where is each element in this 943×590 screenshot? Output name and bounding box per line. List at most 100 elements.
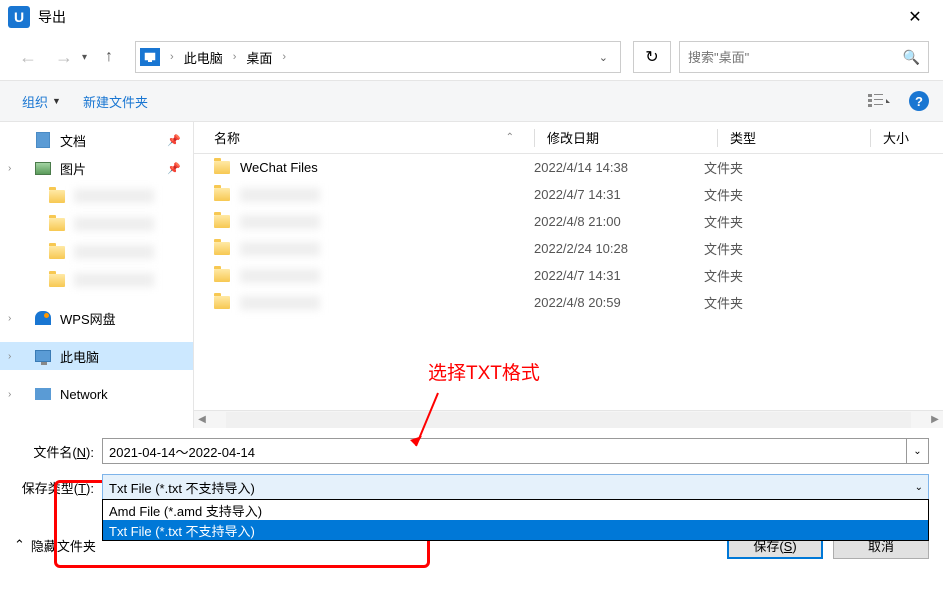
file-row[interactable]: 2022/4/7 14:31文件夹 <box>194 181 943 208</box>
column-date[interactable]: 修改日期 <box>547 128 717 147</box>
file-date: 2022/4/8 20:59 <box>534 295 704 310</box>
forward-button[interactable]: → <box>50 43 78 71</box>
filename-row: 文件名(N): ⌄ <box>14 438 929 464</box>
search-input[interactable] <box>688 50 903 65</box>
filetype-option[interactable]: Txt File (*.txt 不支持导入) <box>103 520 928 540</box>
column-type[interactable]: 类型 <box>730 128 870 147</box>
chevron-icon: › <box>233 51 237 63</box>
sidebar-item-label: 图片 <box>60 159 86 178</box>
file-type: 文件夹 <box>704 185 844 204</box>
hide-folders-button[interactable]: ⌃ 隐藏文件夹 <box>14 536 96 555</box>
sidebar-item[interactable]: ›Network <box>0 380 193 408</box>
filetype-selected[interactable]: Txt File (*.txt 不支持导入) <box>102 474 929 500</box>
sidebar-item-label: WPS网盘 <box>60 309 116 328</box>
sidebar-item[interactable] <box>0 210 193 238</box>
file-type: 文件夹 <box>704 239 844 258</box>
filename-label: 文件名(N): <box>14 442 94 461</box>
view-options-button[interactable] <box>863 89 895 113</box>
folder-icon <box>214 296 230 309</box>
up-button[interactable]: ↑ <box>95 43 123 71</box>
filename-input[interactable] <box>102 438 907 464</box>
wps-icon <box>34 310 52 326</box>
pc-icon <box>34 348 52 364</box>
titlebar: U 导出 ✕ <box>0 0 943 34</box>
expand-icon[interactable]: › <box>8 163 11 174</box>
file-type: 文件夹 <box>704 293 844 312</box>
sidebar-item-label <box>74 217 154 231</box>
sidebar-item-label: 此电脑 <box>60 347 99 366</box>
file-date: 2022/4/8 21:00 <box>534 214 704 229</box>
breadcrumb-part[interactable]: 此电脑 <box>180 46 227 69</box>
filetype-label: 保存类型(T): <box>14 478 94 497</box>
folder-icon <box>48 272 66 288</box>
file-name-label <box>240 188 320 202</box>
file-name-label: WeChat Files <box>240 160 318 175</box>
history-dropdown[interactable]: ▾ <box>82 52 87 63</box>
expand-icon[interactable]: › <box>8 313 11 324</box>
file-type: 文件夹 <box>704 266 844 285</box>
pin-icon: 📌 <box>167 162 181 175</box>
file-row[interactable]: 2022/2/24 10:28文件夹 <box>194 235 943 262</box>
app-icon: U <box>8 6 30 28</box>
content-area: 文档📌 › 图片 📌 › WPS网盘 › 此电脑 ›Network 名称 ⌃ 修改日期 类型 大… <box>0 122 943 428</box>
file-name-label <box>240 242 320 256</box>
pin-icon: 📌 <box>167 134 181 147</box>
toolbar: 组织 ▼ 新建文件夹 ? <box>0 80 943 122</box>
close-button[interactable]: ✕ <box>895 3 935 31</box>
refresh-button[interactable]: ↻ <box>633 41 671 73</box>
folder-icon <box>48 216 66 232</box>
sidebar-item-label <box>74 189 154 203</box>
file-date: 2022/2/24 10:28 <box>534 241 704 256</box>
sidebar-item[interactable]: › 此电脑 <box>0 342 193 370</box>
expand-icon[interactable]: › <box>8 389 11 400</box>
sidebar: 文档📌 › 图片 📌 › WPS网盘 › 此电脑 ›Network <box>0 122 194 428</box>
horizontal-scrollbar[interactable]: ◀ ▶ <box>194 410 943 428</box>
chevron-down-icon: ⌄ <box>915 482 923 493</box>
new-folder-button[interactable]: 新建文件夹 <box>75 88 156 115</box>
sidebar-item[interactable] <box>0 238 193 266</box>
sort-indicator-icon: ⌃ <box>506 132 514 143</box>
sidebar-item[interactable]: › 图片 📌 <box>0 154 193 182</box>
help-button[interactable]: ? <box>909 91 929 111</box>
breadcrumb-part[interactable]: 桌面 <box>242 46 276 69</box>
hide-folders-label: 隐藏文件夹 <box>31 536 96 555</box>
columns-header: 名称 ⌃ 修改日期 类型 大小 <box>194 122 943 154</box>
file-row[interactable]: 2022/4/8 20:59文件夹 <box>194 289 943 316</box>
file-row[interactable]: 2022/4/8 21:00文件夹 <box>194 208 943 235</box>
organize-button[interactable]: 组织 ▼ <box>14 88 69 115</box>
chevron-icon: › <box>170 51 174 63</box>
folder-icon <box>48 244 66 260</box>
filename-dropdown[interactable]: ⌄ <box>907 438 929 464</box>
bottom-panel: 文件名(N): ⌄ 保存类型(T): Txt File (*.txt 不支持导入… <box>0 428 943 524</box>
file-row[interactable]: WeChat Files2022/4/14 14:38文件夹 <box>194 154 943 181</box>
address-dropdown[interactable]: ⌄ <box>591 51 616 64</box>
sidebar-item[interactable]: 文档📌 <box>0 126 193 154</box>
filetype-row: 保存类型(T): Txt File (*.txt 不支持导入) ⌄ Amd Fi… <box>14 474 929 500</box>
folder-icon <box>214 269 230 282</box>
sidebar-item-label <box>74 245 154 259</box>
file-name-label <box>240 215 320 229</box>
sidebar-item[interactable] <box>0 182 193 210</box>
file-row[interactable]: 2022/4/7 14:31文件夹 <box>194 262 943 289</box>
chevron-down-icon: ▼ <box>52 96 61 106</box>
filetype-option[interactable]: Amd File (*.amd 支持导入) <box>103 500 928 520</box>
folder-icon <box>214 215 230 228</box>
file-date: 2022/4/7 14:31 <box>534 187 704 202</box>
chevron-icon: ⌃ <box>14 537 25 553</box>
filetype-combo[interactable]: Txt File (*.txt 不支持导入) ⌄ Amd File (*.amd… <box>102 474 929 500</box>
navbar: ← → ▾ ↑ › 此电脑 › 桌面 › ⌄ ↻ 🔍 <box>0 34 943 80</box>
back-button[interactable]: ← <box>14 43 42 71</box>
search-box[interactable]: 🔍 <box>679 41 929 73</box>
sidebar-item[interactable]: › WPS网盘 <box>0 304 193 332</box>
column-name[interactable]: 名称 ⌃ <box>214 128 534 147</box>
sidebar-item[interactable] <box>0 266 193 294</box>
pc-icon <box>140 48 160 66</box>
expand-icon[interactable]: › <box>8 351 11 362</box>
search-icon: 🔍 <box>903 49 920 66</box>
address-bar[interactable]: › 此电脑 › 桌面 › ⌄ <box>135 41 621 73</box>
pic-icon <box>34 160 52 176</box>
file-list: 名称 ⌃ 修改日期 类型 大小 WeChat Files2022/4/14 14… <box>194 122 943 428</box>
net-icon <box>34 386 52 402</box>
column-size[interactable]: 大小 <box>883 128 943 147</box>
doc-icon <box>34 132 52 148</box>
